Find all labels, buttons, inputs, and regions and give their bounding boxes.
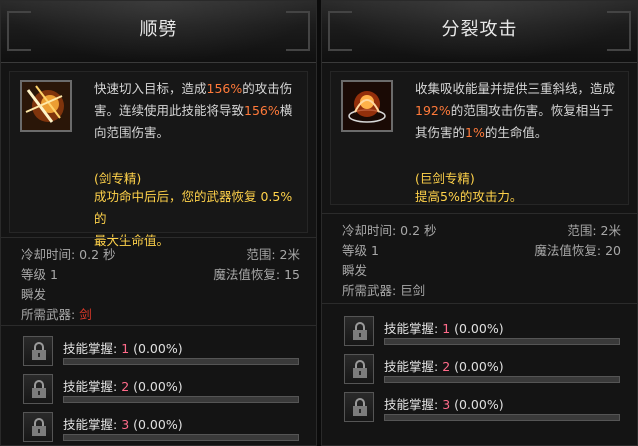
mastery-progress-bar xyxy=(384,338,620,345)
mastery-progress-bar xyxy=(63,358,299,365)
range-text: 范围: 2米 xyxy=(567,223,621,238)
lock-icon xyxy=(344,354,374,384)
cooldown-text: 冷却时间: 0.2 秒 xyxy=(21,247,116,262)
required-weapon-text: 所需武器: 剑 xyxy=(21,307,92,322)
panel-header: 分裂攻击 xyxy=(322,1,637,63)
level-text: 等级 1 xyxy=(342,243,379,258)
skill-stats: 冷却时间: 0.2 秒 范围: 2米 等级 1 魔法值恢复: 15 瞬发 所需武… xyxy=(1,237,316,322)
skill-mastery-list: 技能掌握: 1 (0.00%) 技能掌握: 2 (0.00%) 技能掌握: 3 … xyxy=(1,325,316,442)
mastery-row[interactable]: 技能掌握: 3 (0.00%) xyxy=(322,392,637,428)
mastery-row[interactable]: 技能掌握: 2 (0.00%) xyxy=(1,374,316,410)
mastery-progress-bar xyxy=(384,414,620,421)
mastery-progress-bar xyxy=(63,434,299,441)
mastery-row[interactable]: 技能掌握: 1 (0.00%) xyxy=(1,336,316,372)
specialization-description: 提高5%的攻击力。 xyxy=(415,189,523,204)
cooldown-text: 冷却时间: 0.2 秒 xyxy=(342,223,437,238)
cast-type-text: 瞬发 xyxy=(342,263,368,278)
skill-panel-right: 分裂攻击 收集吸收能量并提供三重斜线，造成 192%的范围攻击伤害。恢复相当于 … xyxy=(321,0,638,446)
cleave-skill-icon xyxy=(20,80,72,132)
mana-recovery-text: 魔法值恢复: 15 xyxy=(213,267,300,282)
lock-icon xyxy=(344,392,374,422)
panel-title: 顺劈 xyxy=(139,19,178,40)
skill-panel-left: 顺劈 快速切入目标，造成156%的攻击伤 害。连续使用此技能将导致156%横 向… xyxy=(0,0,317,446)
lock-icon xyxy=(344,316,374,346)
panel-header: 顺劈 xyxy=(1,1,316,63)
mastery-row[interactable]: 技能掌握: 2 (0.00%) xyxy=(322,354,637,390)
mastery-row[interactable]: 技能掌握: 3 (0.00%) xyxy=(1,412,316,445)
lock-icon xyxy=(23,374,53,404)
specialization-description: 成功命中后后，您的武器恢复 0.5% 的 最大生命值。 xyxy=(94,189,293,248)
specialization-title: (巨剑专精) xyxy=(415,171,475,186)
panel-title: 分裂攻击 xyxy=(441,19,518,40)
specialization-title: (剑专精) xyxy=(94,171,142,186)
range-text: 范围: 2米 xyxy=(246,247,300,262)
skill-description-area: 收集吸收能量并提供三重斜线，造成 192%的范围攻击伤害。恢复相当于 其伤害的1… xyxy=(330,71,629,205)
skill-description: 快速切入目标，造成156%的攻击伤 害。连续使用此技能将导致156%横 向范围伤… xyxy=(94,81,293,140)
skill-stats: 冷却时间: 0.2 秒 范围: 2米 等级 1 魔法值恢复: 20 瞬发 所需武… xyxy=(322,213,637,298)
required-weapon-text: 所需武器: 巨剑 xyxy=(342,283,426,298)
split-attack-skill-icon xyxy=(341,80,393,132)
mastery-progress-bar xyxy=(384,376,620,383)
skill-description-area: 快速切入目标，造成156%的攻击伤 害。连续使用此技能将导致156%横 向范围伤… xyxy=(9,71,308,248)
mana-recovery-text: 魔法值恢复: 20 xyxy=(534,243,621,258)
mastery-row[interactable]: 技能掌握: 1 (0.00%) xyxy=(322,316,637,352)
cast-type-text: 瞬发 xyxy=(21,287,47,302)
lock-icon xyxy=(23,412,53,442)
lock-icon xyxy=(23,336,53,366)
level-text: 等级 1 xyxy=(21,267,58,282)
mastery-progress-bar xyxy=(63,396,299,403)
skill-description: 收集吸收能量并提供三重斜线，造成 192%的范围攻击伤害。恢复相当于 其伤害的1… xyxy=(415,81,616,140)
skill-mastery-list: 技能掌握: 1 (0.00%) 技能掌握: 2 (0.00%) 技能掌握: 3 … xyxy=(322,303,637,422)
